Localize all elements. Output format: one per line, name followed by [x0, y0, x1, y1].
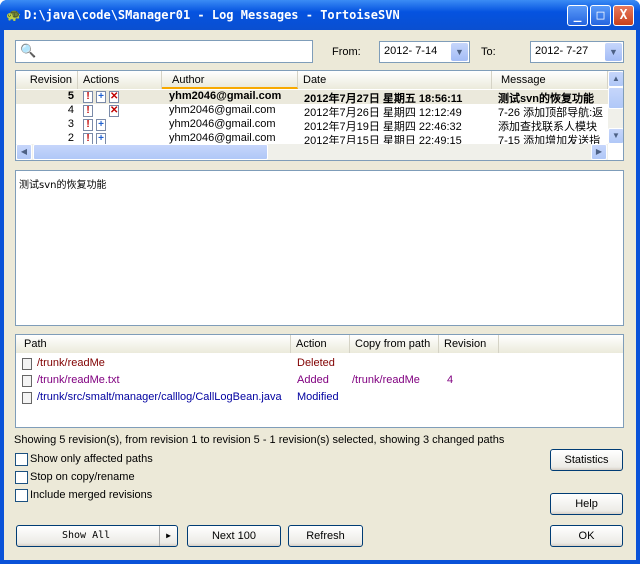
path-row[interactable]: /trunk/readMe.txt Added/trunk/readMe 4 — [16, 374, 623, 390]
minimize-button[interactable]: _ — [567, 5, 588, 26]
chevron-down-icon[interactable]: ▼ — [605, 43, 622, 61]
revision-cell: 2 — [67, 132, 74, 144]
affected-paths-label: Show only affected paths — [30, 453, 153, 465]
window-title: D:\java\code\SManager01 - Log Messages -… — [24, 8, 400, 22]
from-label: From: — [332, 46, 361, 58]
author-cell: yhm2046@gmail.com — [169, 104, 276, 116]
search-icon: 🔍 — [20, 43, 37, 58]
scroll-up-icon[interactable]: ▲ — [608, 71, 623, 87]
affected-paths-checkbox[interactable] — [15, 453, 28, 466]
refresh-button[interactable]: Refresh — [288, 525, 363, 547]
include-merged-label: Include merged revisions — [30, 489, 153, 501]
from-date-picker[interactable]: 2012- 7-14 ▼ — [379, 41, 470, 63]
path-cell: /trunk/readMe — [37, 357, 105, 369]
maximize-button[interactable]: □ — [590, 5, 611, 26]
author-cell: yhm2046@gmail.com — [169, 90, 282, 102]
tortoise-icon: 🐢 — [6, 8, 21, 22]
revision-cell: 4 — [67, 104, 74, 116]
scroll-thumb[interactable] — [608, 87, 623, 109]
log-window: 🐢 D:\java\code\SManager01 - Log Messages… — [0, 0, 640, 564]
file-icon — [22, 358, 32, 370]
col-message[interactable]: Message — [492, 71, 608, 89]
next-100-button[interactable]: Next 100 — [187, 525, 281, 547]
horizontal-scrollbar[interactable]: ◀ ▶ — [16, 144, 608, 160]
vertical-scrollbar[interactable]: ▲ ▼ — [608, 71, 623, 144]
path-row[interactable]: /trunk/readMe Deleted — [16, 357, 623, 373]
scroll-right-icon[interactable]: ▶ — [591, 144, 607, 160]
author-cell: yhm2046@gmail.com — [169, 132, 276, 144]
file-icon — [22, 375, 32, 387]
revision-cell: 4 — [447, 374, 454, 386]
close-button[interactable]: X — [613, 5, 634, 26]
action-added-icon: + — [96, 119, 106, 131]
search-input[interactable]: 🔍 — [15, 40, 313, 63]
log-row[interactable]: 4! ✕ yhm2046@gmail.com 2012年7月26日 星期四 12:12… — [16, 104, 608, 119]
changed-paths-list: Path Action Copy from path Revision /tru… — [15, 334, 624, 428]
log-row[interactable]: 5! + ✕ yhm2046@gmail.com 2012年7月27日 星期五 18:5… — [16, 90, 608, 105]
include-merged-checkbox[interactable] — [15, 489, 28, 502]
ok-button[interactable]: OK — [550, 525, 623, 547]
col-date[interactable]: Date — [298, 71, 492, 89]
log-row[interactable]: 3! + yhm2046@gmail.com 2012年7月19日 星期四 22:46… — [16, 118, 608, 133]
from-date: 2012- 7-14 — [384, 45, 438, 57]
path-row[interactable]: /trunk/src/smalt/manager/calllog/CallLog… — [16, 391, 623, 407]
col-action[interactable]: Action — [291, 335, 350, 353]
revision-list: Revision Actions Author Date Message 5! +… — [15, 70, 624, 161]
col-filler — [499, 335, 623, 353]
action-added-icon: + — [96, 91, 106, 103]
scroll-thumb[interactable] — [33, 144, 268, 160]
scroll-down-icon[interactable]: ▼ — [608, 128, 623, 144]
file-icon — [22, 392, 32, 404]
revision-cell: 5 — [67, 90, 74, 102]
stop-on-copy-checkbox[interactable] — [15, 471, 28, 484]
action-cell: Added — [297, 374, 329, 386]
status-text: Showing 5 revision(s), from revision 1 t… — [14, 434, 505, 446]
title-bar: 🐢 D:\java\code\SManager01 - Log Messages… — [0, 0, 640, 30]
action-deleted-icon: ✕ — [109, 105, 119, 117]
col-actions[interactable]: Actions — [78, 71, 162, 89]
to-date: 2012- 7-27 — [535, 45, 589, 57]
chevron-down-icon[interactable]: ▼ — [451, 43, 468, 61]
help-button[interactable]: Help — [550, 493, 623, 515]
col-copy-from[interactable]: Copy from path — [350, 335, 439, 353]
scroll-left-icon[interactable]: ◀ — [16, 144, 32, 160]
col-revision[interactable]: Revision — [16, 71, 78, 89]
show-all-button[interactable]: Show All ▶ — [16, 525, 178, 547]
action-modified-icon: ! — [83, 91, 93, 103]
dialog-body: 🔍 From: 2012- 7-14 ▼ To: 2012- 7-27 ▼ Revi… — [4, 30, 636, 560]
action-deleted-icon: ✕ — [109, 91, 119, 103]
path-cell: /trunk/readMe.txt — [37, 374, 120, 386]
show-all-label: Show All — [62, 530, 111, 541]
action-modified-icon: ! — [83, 119, 93, 131]
action-cell: Modified — [297, 391, 339, 403]
col-author[interactable]: Author — [162, 71, 298, 89]
action-cell: Deleted — [297, 357, 335, 369]
split-arrow-icon[interactable]: ▶ — [159, 526, 177, 546]
col-path-revision[interactable]: Revision — [439, 335, 499, 353]
col-path[interactable]: Path — [16, 335, 291, 353]
copy-from-cell: /trunk/readMe — [352, 374, 420, 386]
message-textarea[interactable]: 测试svn的恢复功能 — [15, 170, 624, 326]
stop-on-copy-label: Stop on copy/rename — [30, 471, 135, 483]
path-cell: /trunk/src/smalt/manager/calllog/CallLog… — [37, 391, 282, 403]
action-modified-icon: ! — [83, 105, 93, 117]
author-cell: yhm2046@gmail.com — [169, 118, 276, 130]
revision-cell: 3 — [67, 118, 74, 130]
to-label: To: — [481, 46, 496, 58]
message-text: 测试svn的恢复功能 — [19, 180, 107, 191]
to-date-picker[interactable]: 2012- 7-27 ▼ — [530, 41, 624, 63]
statistics-button[interactable]: Statistics — [550, 449, 623, 471]
